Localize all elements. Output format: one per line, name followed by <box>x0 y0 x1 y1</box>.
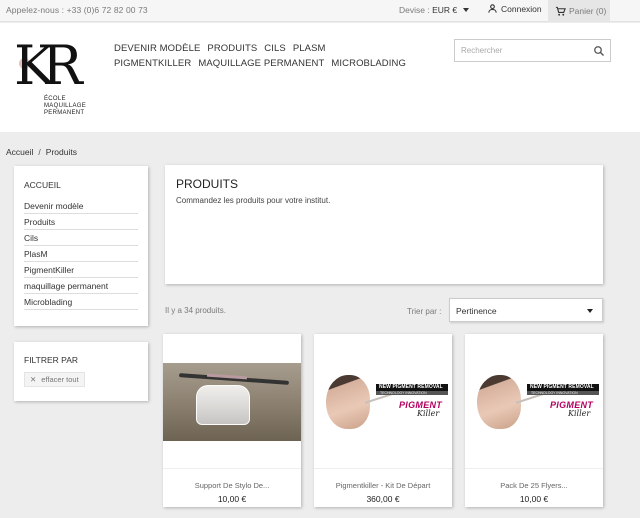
logo-line-3: PERMANENT <box>44 110 85 116</box>
category-item-devenir-modele[interactable]: Devenir modèle <box>24 198 138 214</box>
clear-filters-button[interactable]: ✕ effacer tout <box>24 372 85 387</box>
card-divider <box>314 468 452 469</box>
category-item-plasm[interactable]: PlasM <box>24 246 138 262</box>
banner-text: NEW PIGMENT REMOVAL <box>379 384 443 390</box>
product-name[interactable]: Support De Stylo De... <box>163 481 301 490</box>
nav-plasm[interactable]: PLASM <box>293 41 326 56</box>
pigmentkiller-artwork: NEW PIGMENT REMOVAL TECHNOLOGY INNOVATIO… <box>465 374 603 430</box>
nav-maquillage-permanent[interactable]: MAQUILLAGE PERMANENT <box>198 56 324 71</box>
close-icon: ✕ <box>30 375 37 384</box>
currency-selector[interactable]: Devise : EUR € <box>399 5 469 15</box>
product-name[interactable]: Pigmentkiller - Kit De Départ <box>314 481 452 490</box>
category-item-produits[interactable]: Produits <box>24 214 138 230</box>
product-price: 10,00 € <box>217 494 247 504</box>
cart-label: Panier (0) <box>569 6 607 16</box>
card-divider <box>465 468 603 469</box>
nav-devenir-modele[interactable]: DEVENIR MODÈLE <box>114 41 200 56</box>
logo-subtitle: ÉCOLE MAQUILLAGE PERMANENT <box>44 96 86 117</box>
nav-cils[interactable]: CILS <box>264 41 286 56</box>
product-price: 360,00 € <box>366 494 400 504</box>
model-face <box>477 375 521 429</box>
search-box <box>454 39 611 62</box>
stylo-support-photo <box>163 363 301 441</box>
cart-icon <box>555 6 566 16</box>
product-image[interactable] <box>163 334 301 468</box>
acrylic-stand <box>196 385 250 425</box>
currency-label: Devise : <box>399 5 430 15</box>
nav-microblading[interactable]: MICROBLADING <box>331 56 406 71</box>
search-input[interactable] <box>455 40 585 61</box>
contact-phone[interactable]: Appelez-nous : +33 (0)6 72 82 00 73 <box>6 5 148 15</box>
logo-letter-r: R <box>42 34 83 97</box>
product-name[interactable]: Pack De 25 Flyers... <box>465 481 603 490</box>
logo-line-1: ÉCOLE <box>44 96 66 102</box>
category-panel: ACCUEIL Devenir modèle Produits Cils Pla… <box>14 166 148 326</box>
breadcrumb-current[interactable]: Produits <box>46 147 77 157</box>
site-logo[interactable]: K R ÉCOLE MAQUILLAGE PERMANENT <box>14 39 94 125</box>
category-intro: PRODUITS Commandez les produits pour vot… <box>165 165 603 284</box>
logo-line-2: MAQUILLAGE <box>44 103 87 109</box>
filter-panel: FILTRER PAR ✕ effacer tout <box>14 342 148 401</box>
breadcrumb-home[interactable]: Accueil <box>6 147 33 157</box>
product-price: 10,00 € <box>519 494 549 504</box>
category-item-pigmentkiller[interactable]: PigmentKiller <box>24 262 138 278</box>
cart-button[interactable]: Panier (0) <box>548 0 610 22</box>
brand-word-2: Killer <box>568 409 591 418</box>
category-description: Commandez les produits pour votre instit… <box>176 196 331 205</box>
nav-produits[interactable]: PRODUITS <box>207 41 257 56</box>
clear-filters-label: effacer tout <box>41 375 79 384</box>
model-face <box>326 375 370 429</box>
banner-sub-text: TECHNOLOGY INNOVATION <box>380 391 427 395</box>
top-bar: Appelez-nous : +33 (0)6 72 82 00 73 Devi… <box>0 0 640 22</box>
caret-down-icon <box>587 309 593 313</box>
card-divider <box>163 468 301 469</box>
product-card[interactable]: Support De Stylo De... 10,00 € <box>163 334 301 507</box>
product-image[interactable]: NEW PIGMENT REMOVAL TECHNOLOGY INNOVATIO… <box>465 334 603 468</box>
breadcrumb: Accueil / Produits <box>6 147 77 157</box>
sort-select[interactable]: Pertinence <box>449 298 603 322</box>
main-nav: DEVENIR MODÈLE PRODUITS CILS PLASM PIGMENTKI… <box>114 41 414 71</box>
page-title: PRODUITS <box>176 177 239 191</box>
site-header: K R ÉCOLE MAQUILLAGE PERMANENT DEVENIR M… <box>0 23 640 132</box>
product-image[interactable]: NEW PIGMENT REMOVAL TECHNOLOGY INNOVATIO… <box>314 334 452 468</box>
product-card[interactable]: NEW PIGMENT REMOVAL TECHNOLOGY INNOVATIO… <box>314 334 452 507</box>
banner-text: NEW PIGMENT REMOVAL <box>530 384 594 390</box>
pigmentkiller-artwork: NEW PIGMENT REMOVAL TECHNOLOGY INNOVATIO… <box>314 374 452 430</box>
breadcrumb-separator: / <box>38 147 41 157</box>
category-item-cils[interactable]: Cils <box>24 230 138 246</box>
login-label: Connexion <box>501 3 542 14</box>
login-link[interactable]: Connexion <box>487 3 542 14</box>
category-item-microblading[interactable]: Microblading <box>24 294 138 310</box>
filter-title: FILTRER PAR <box>24 355 78 365</box>
currency-value: EUR € <box>432 5 458 15</box>
caret-down-icon <box>462 8 469 12</box>
sort-value: Pertinence <box>456 306 497 316</box>
brand-word-2: Killer <box>417 409 440 418</box>
banner-sub-text: TECHNOLOGY INNOVATION <box>531 391 578 395</box>
search-icon[interactable] <box>593 45 605 57</box>
product-count: Il y a 34 produits. <box>165 306 226 315</box>
category-item-maquillage-permanent[interactable]: maquillage permanent <box>24 278 138 294</box>
nav-pigmentkiller[interactable]: PIGMENTKILLER <box>114 56 191 71</box>
sort-label: Trier par : <box>407 307 442 316</box>
user-icon <box>488 4 497 13</box>
category-title[interactable]: ACCUEIL <box>24 180 138 190</box>
product-card[interactable]: NEW PIGMENT REMOVAL TECHNOLOGY INNOVATIO… <box>465 334 603 507</box>
